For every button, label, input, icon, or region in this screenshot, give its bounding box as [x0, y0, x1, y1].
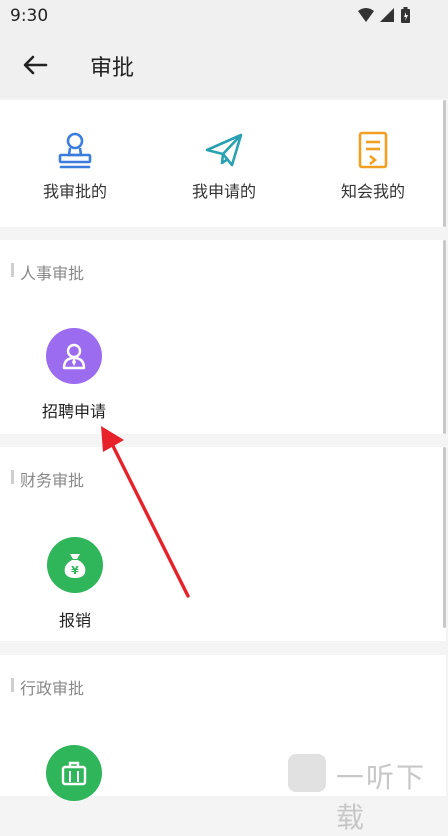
my-applications-button[interactable]: 我申请的	[164, 130, 284, 202]
quick-actions-card: 我审批的 我申请的 知会我的	[0, 100, 446, 227]
cc-to-me-button[interactable]: 知会我的	[313, 130, 433, 202]
money-bag-icon: ¥	[47, 537, 103, 593]
scrollbar-thumb[interactable]	[443, 240, 446, 434]
section-marker	[11, 678, 14, 692]
section-finance: 财务审批 ¥ 报销	[0, 447, 446, 641]
my-approvals-label: 我审批的	[42, 182, 107, 201]
section-title-hr: 人事审批	[20, 264, 85, 283]
signal-icon	[380, 8, 394, 22]
section-marker	[11, 263, 14, 277]
section-title-finance: 财务审批	[20, 471, 85, 490]
page-title: 审批	[90, 56, 135, 81]
section-marker	[11, 470, 14, 484]
reimbursement-label: 报销	[58, 611, 91, 630]
recruit-person-icon	[46, 328, 102, 384]
my-approvals-button[interactable]: 我审批的	[15, 130, 135, 202]
back-button[interactable]	[20, 52, 50, 78]
admin-app-item[interactable]	[14, 745, 134, 815]
briefcase-icon	[46, 745, 102, 801]
watermark: 一听下载	[286, 752, 448, 834]
status-icons	[356, 7, 414, 29]
battery-icon	[401, 7, 410, 23]
app-bar: 审批	[0, 32, 448, 98]
document-icon	[353, 130, 393, 170]
cc-to-me-label: 知会我的	[340, 182, 405, 201]
status-bar: 9:30	[0, 0, 448, 32]
status-time: 9:30	[10, 6, 49, 26]
scrollbar-thumb[interactable]	[443, 100, 446, 227]
recruitment-request-item[interactable]: 招聘申请	[14, 328, 134, 422]
recruitment-request-label: 招聘申请	[41, 402, 106, 421]
reimbursement-item[interactable]: ¥ 报销	[15, 537, 135, 631]
scrollbar-thumb[interactable]	[443, 447, 446, 628]
my-applications-label: 我申请的	[191, 182, 256, 201]
watermark-text: 一听下载	[336, 761, 427, 834]
paper-plane-icon	[204, 130, 244, 170]
arrow-left-icon	[23, 55, 48, 75]
wifi-icon	[358, 8, 374, 22]
svg-text:¥: ¥	[71, 564, 79, 577]
stamp-icon	[55, 130, 95, 170]
watermark-logo	[288, 754, 326, 792]
section-hr: 人事审批 招聘申请	[0, 240, 446, 434]
section-title-admin: 行政审批	[20, 679, 85, 698]
